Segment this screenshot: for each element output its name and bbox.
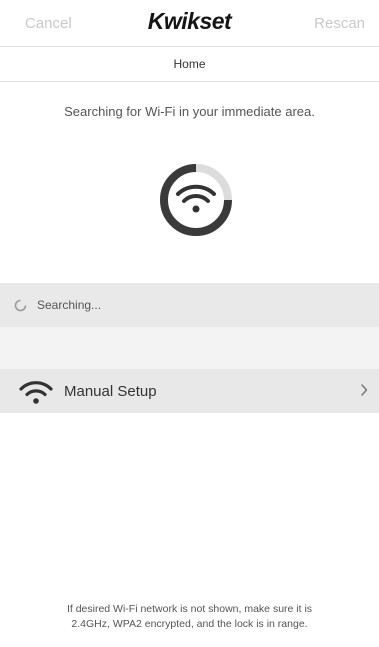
wifi-icon <box>19 381 53 404</box>
loading-spinner-icon <box>14 299 27 312</box>
empty-network-row <box>0 327 379 369</box>
manual-setup-label: Manual Setup <box>64 383 157 400</box>
footer-help-text: If desired Wi-Fi network is not shown, m… <box>24 602 355 632</box>
searching-status-text: Searching... <box>37 298 102 312</box>
page-header: Home <box>0 46 379 82</box>
manual-setup-button[interactable]: Manual Setup <box>0 369 379 413</box>
footer-help-line-2: 2.4GHz, WPA2 encrypted, and the lock is … <box>71 618 308 630</box>
top-nav-bar: Cancel Kwikset Rescan <box>0 0 379 46</box>
chevron-right-icon <box>361 384 368 396</box>
search-intro-text: Searching for Wi-Fi in your immediate ar… <box>64 104 315 119</box>
wifi-search-icon <box>160 164 232 236</box>
footer-help-line-1: If desired Wi-Fi network is not shown, m… <box>66 603 313 615</box>
page-title: Home <box>173 57 206 71</box>
searching-row: Searching... <box>0 283 379 327</box>
rescan-button[interactable]: Rescan <box>314 15 365 32</box>
